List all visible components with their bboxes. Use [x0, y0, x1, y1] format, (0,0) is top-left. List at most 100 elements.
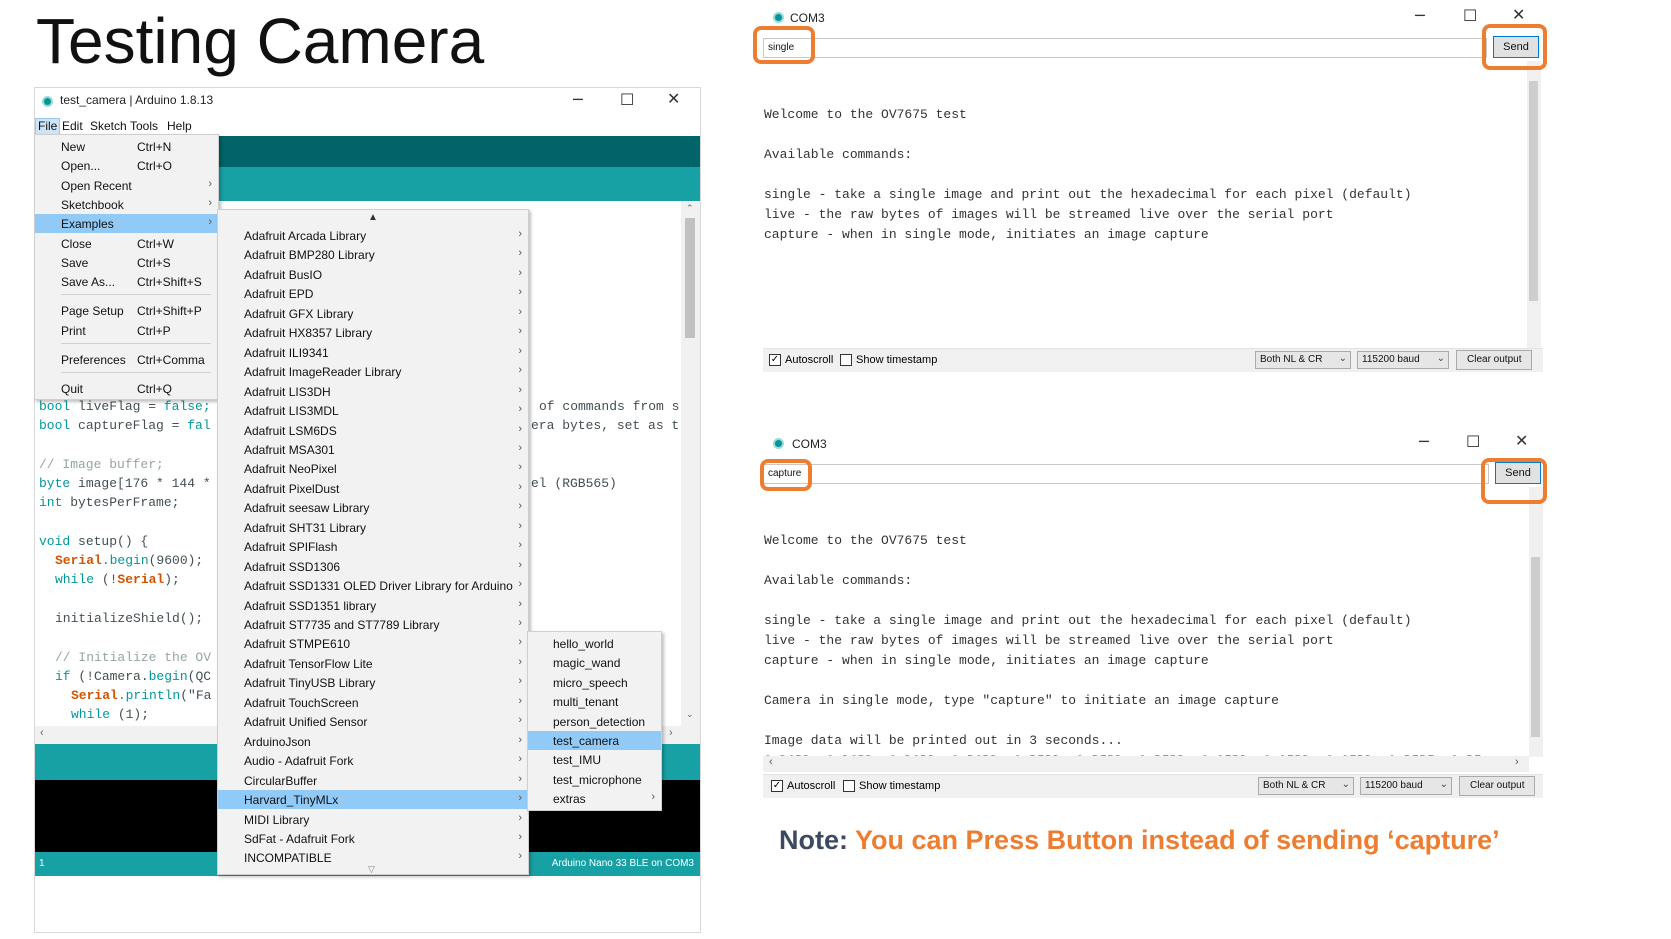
examples-menu-item[interactable]: Adafruit BMP280 Library ›: [218, 245, 528, 264]
code-value: fal: [187, 418, 211, 433]
arduino-app-icon: [42, 96, 53, 107]
examples-menu-item[interactable]: Adafruit Unified Sensor ›: [218, 712, 528, 731]
menu-file[interactable]: File: [35, 118, 61, 135]
file-menu-preferences[interactable]: Preferences Ctrl+Comma: [35, 350, 218, 369]
maximize-icon[interactable]: ☐: [1466, 432, 1480, 451]
scroll-up-icon[interactable]: ▲: [368, 212, 378, 223]
output-horizontal-scrollbar[interactable]: ‹ ›: [763, 756, 1529, 772]
close-icon[interactable]: ✕: [1515, 431, 1528, 450]
output-vertical-scrollbar[interactable]: [1529, 487, 1543, 757]
examples-menu-item[interactable]: Adafruit PixelDust ›: [218, 479, 528, 498]
output-scroll-thumb[interactable]: [1531, 557, 1540, 737]
examples-menu-item[interactable]: Adafruit SSD1306 ›: [218, 557, 528, 576]
output-vertical-scrollbar[interactable]: [1527, 61, 1541, 351]
harvard-menu-item[interactable]: test_camera: [528, 731, 661, 750]
examples-menu-item[interactable]: Adafruit Arcada Library ›: [218, 226, 528, 245]
file-menu-print[interactable]: Print Ctrl+P: [35, 321, 218, 340]
file-menu-save-as[interactable]: Save As... Ctrl+Shift+S: [35, 272, 218, 291]
serial-input-field[interactable]: single: [763, 38, 1487, 58]
examples-menu-item[interactable]: Adafruit SSD1351 library ›: [218, 596, 528, 615]
examples-menu-item[interactable]: Adafruit HX8357 Library ›: [218, 323, 528, 342]
harvard-menu-item[interactable]: test_IMU: [528, 750, 661, 769]
chevron-right-icon: ›: [518, 830, 522, 843]
harvard-menu-item[interactable]: test_microphone: [528, 770, 661, 789]
file-menu-new[interactable]: New Ctrl+N: [35, 137, 218, 156]
clear-output-button[interactable]: Clear output: [1456, 350, 1533, 370]
examples-menu-item[interactable]: Adafruit seesaw Library ›: [218, 498, 528, 517]
examples-menu-item[interactable]: Adafruit SSD1331 OLED Driver Library for…: [218, 576, 528, 595]
examples-menu-item[interactable]: Adafruit GFX Library ›: [218, 304, 528, 323]
examples-menu-item[interactable]: Adafruit TouchScreen ›: [218, 693, 528, 712]
harvard-menu-item[interactable]: person_detection: [528, 712, 661, 731]
file-menu-close[interactable]: Close Ctrl+W: [35, 234, 218, 253]
file-menu-page-setup[interactable]: Page Setup Ctrl+Shift+P: [35, 301, 218, 320]
scroll-up-icon[interactable]: ⌃: [686, 203, 694, 214]
examples-menu-item[interactable]: Adafruit ILI9341 ›: [218, 343, 528, 362]
scroll-right-icon[interactable]: ›: [669, 727, 673, 739]
harvard-menu-item[interactable]: hello_world: [528, 634, 661, 653]
examples-menu-item[interactable]: Adafruit LIS3MDL ›: [218, 401, 528, 420]
examples-menu-item[interactable]: Adafruit TinyUSB Library ›: [218, 673, 528, 692]
scroll-down-icon[interactable]: ▽: [368, 864, 375, 875]
examples-menu-item[interactable]: SdFat - Adafruit Fork ›: [218, 829, 528, 848]
code-keyword: while: [71, 707, 111, 722]
code-text: captureFlag =: [70, 418, 188, 433]
clear-output-button[interactable]: Clear output: [1459, 776, 1536, 796]
file-menu-open-recent[interactable]: Open Recent ›: [35, 176, 218, 195]
harvard-menu-item[interactable]: multi_tenant: [528, 692, 661, 711]
minimize-icon[interactable]: ─: [1415, 6, 1425, 25]
minimize-icon[interactable]: ─: [1419, 432, 1429, 451]
examples-menu-item[interactable]: Adafruit ST7735 and ST7789 Library ›: [218, 615, 528, 634]
line-ending-select[interactable]: Both NL & CR ⌄: [1258, 777, 1354, 795]
code-text: (!Camera.: [70, 669, 149, 684]
examples-menu-item[interactable]: Adafruit MSA301 ›: [218, 440, 528, 459]
baud-rate-select[interactable]: 115200 baud ⌄: [1357, 351, 1449, 369]
examples-menu-item[interactable]: CircularBuffer ›: [218, 771, 528, 790]
baud-rate-select[interactable]: 115200 baud ⌄: [1360, 777, 1452, 795]
editor-scroll-thumb[interactable]: [685, 218, 695, 338]
examples-menu-item[interactable]: Adafruit SHT31 Library ›: [218, 518, 528, 537]
menu-tools[interactable]: Tools: [130, 119, 158, 133]
file-menu-open[interactable]: Open... Ctrl+O: [35, 156, 218, 175]
scroll-left-icon[interactable]: ‹: [769, 756, 773, 768]
menu-help[interactable]: Help: [167, 119, 192, 133]
minimize-icon[interactable]: ─: [573, 90, 583, 109]
scroll-down-icon[interactable]: ⌄: [686, 709, 694, 720]
harvard-menu-item[interactable]: magic_wand: [528, 653, 661, 672]
examples-menu-item[interactable]: Adafruit LSM6DS ›: [218, 421, 528, 440]
examples-menu-item[interactable]: Adafruit NeoPixel ›: [218, 459, 528, 478]
examples-menu-item[interactable]: MIDI Library ›: [218, 810, 528, 829]
maximize-icon[interactable]: ☐: [620, 90, 634, 109]
note-label: Note:: [779, 825, 848, 855]
serial-input-field[interactable]: capture: [763, 464, 1489, 484]
timestamp-checkbox[interactable]: [840, 354, 852, 366]
output-scroll-thumb[interactable]: [1529, 81, 1538, 301]
line-ending-select[interactable]: Both NL & CR ⌄: [1255, 351, 1351, 369]
examples-menu-item[interactable]: ArduinoJson ›: [218, 732, 528, 751]
close-icon[interactable]: ✕: [667, 89, 680, 108]
autoscroll-checkbox[interactable]: ✓: [771, 780, 783, 792]
file-menu-examples[interactable]: Examples ›: [35, 214, 218, 233]
examples-menu-item[interactable]: Adafruit TensorFlow Lite ›: [218, 654, 528, 673]
file-menu-save[interactable]: Save Ctrl+S: [35, 253, 218, 272]
examples-menu-item[interactable]: Adafruit ImageReader Library ›: [218, 362, 528, 381]
scroll-right-icon[interactable]: ›: [1515, 756, 1519, 768]
harvard-menu-item[interactable]: micro_speech: [528, 673, 661, 692]
file-menu-sketchbook[interactable]: Sketchbook ›: [35, 195, 218, 214]
harvard-menu-item[interactable]: extras ›: [528, 789, 661, 808]
menu-sketch[interactable]: Sketch: [90, 119, 127, 133]
examples-menu-item[interactable]: Harvard_TinyMLx ›: [218, 790, 528, 810]
examples-menu-item[interactable]: Adafruit BusIO ›: [218, 265, 528, 284]
examples-menu-item[interactable]: Adafruit EPD ›: [218, 284, 528, 303]
close-icon[interactable]: ✕: [1512, 5, 1525, 24]
examples-menu-item[interactable]: Adafruit STMPE610 ›: [218, 634, 528, 653]
maximize-icon[interactable]: ☐: [1463, 6, 1477, 25]
file-menu-quit[interactable]: Quit Ctrl+Q: [35, 379, 218, 398]
examples-menu-item[interactable]: Audio - Adafruit Fork ›: [218, 751, 528, 770]
examples-menu-item[interactable]: Adafruit SPIFlash ›: [218, 537, 528, 556]
autoscroll-checkbox[interactable]: ✓: [769, 354, 781, 366]
timestamp-checkbox[interactable]: [843, 780, 855, 792]
scroll-left-icon[interactable]: ‹: [40, 727, 44, 739]
examples-menu-item[interactable]: Adafruit LIS3DH ›: [218, 382, 528, 401]
menu-edit[interactable]: Edit: [62, 119, 83, 133]
